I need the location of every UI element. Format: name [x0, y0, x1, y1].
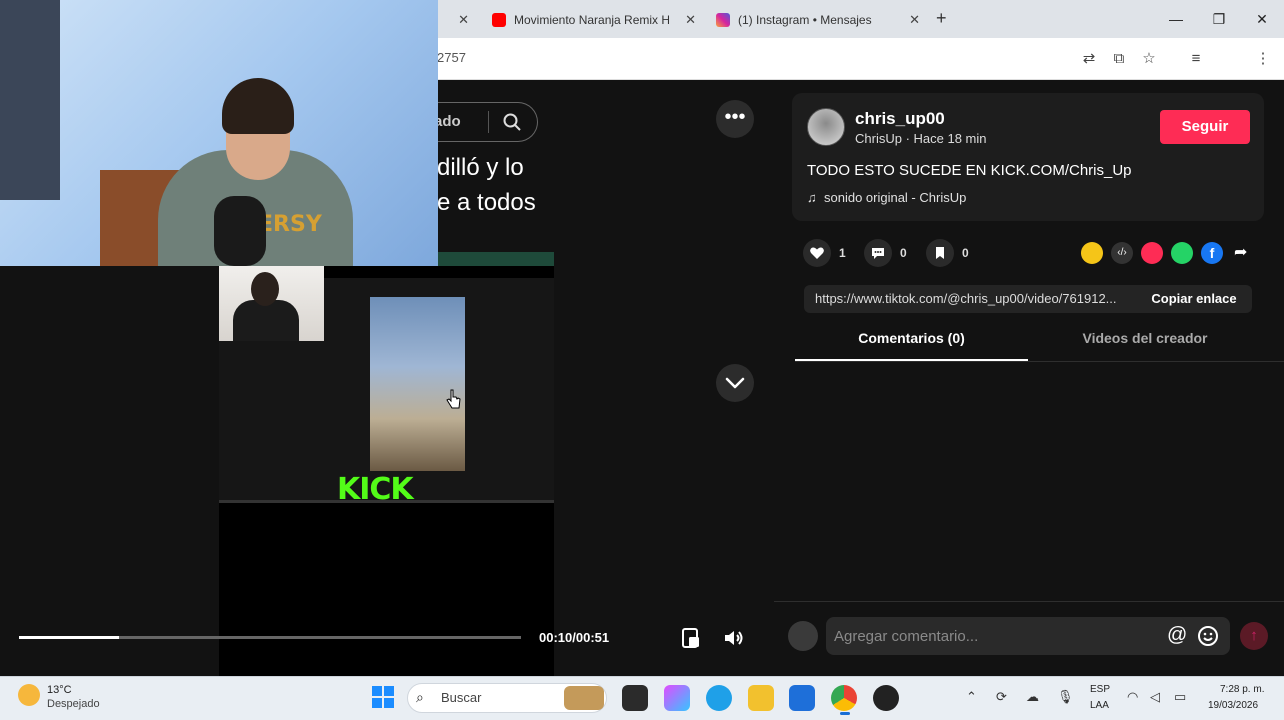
active-app-indicator: [840, 712, 850, 715]
reading-list-icon[interactable]: ≡: [1185, 48, 1207, 70]
search-icon: [503, 113, 521, 131]
overlay-strip: [438, 252, 554, 266]
browser-tab-instagram[interactable]: (1) Instagram • Mensajes ✕: [716, 6, 926, 34]
like-count: 1: [839, 246, 846, 260]
close-window-icon[interactable]: ✕: [1251, 8, 1273, 30]
chrome-icon[interactable]: [831, 685, 857, 711]
post-caption: TODO ESTO SUCEDE EN KICK.COM/Chris_Up: [807, 162, 1132, 179]
tabs-divider: [795, 361, 1284, 362]
tab-comments[interactable]: Comentarios (0): [795, 330, 1028, 360]
tab-label: Movimiento Naranja Remix HD: [514, 13, 669, 27]
video-link[interactable]: https://www.tiktok.com/@chris_up00/video…: [815, 291, 1133, 306]
search-icon: ⌕: [416, 689, 424, 705]
clock-time[interactable]: 7:28 p. m.: [1220, 684, 1264, 695]
share-coin-icon[interactable]: [1081, 242, 1103, 264]
embed-code-icon[interactable]: ‹/›: [1111, 242, 1133, 264]
comment-count: 0: [900, 246, 907, 260]
follow-button[interactable]: Seguir: [1160, 110, 1250, 144]
tab-label: (1) Instagram • Mensajes: [738, 13, 872, 27]
sound-label: sonido original - ChrisUp: [823, 190, 967, 205]
search-highlight-icon[interactable]: [564, 686, 604, 710]
browser-tab-youtube[interactable]: Movimiento Naranja Remix HD ✕: [492, 6, 702, 34]
minimize-icon[interactable]: —: [1165, 8, 1187, 30]
overlay-search-label: ado: [434, 113, 461, 130]
overlay-caption-line: e a todos: [437, 189, 536, 216]
store-icon[interactable]: [789, 685, 815, 711]
progress-fill: [19, 636, 120, 639]
moon-icon[interactable]: [18, 684, 40, 706]
weather-temp[interactable]: 13°C: [47, 684, 72, 696]
windows-start-icon[interactable]: [372, 686, 394, 708]
pip-icon[interactable]: [680, 626, 702, 650]
save-count: 0: [962, 246, 969, 260]
heart-icon[interactable]: [803, 239, 831, 267]
speaker-icon[interactable]: ◁: [1150, 689, 1160, 705]
copy-link-button[interactable]: Copiar enlace: [1136, 285, 1252, 313]
bookmark-icon[interactable]: [926, 239, 954, 267]
username[interactable]: chris_up00: [855, 109, 945, 129]
active-tab-indicator: [795, 359, 1028, 361]
youtube-icon: [492, 13, 506, 27]
task-view-icon[interactable]: [622, 685, 648, 711]
instagram-icon: [716, 13, 730, 27]
avatar: [788, 621, 818, 651]
volume-icon[interactable]: [722, 626, 746, 650]
url-text[interactable]: 2757: [437, 50, 466, 65]
install-app-icon[interactable]: ⧉: [1108, 48, 1130, 70]
overlay-caption-line: dilló y lo: [437, 154, 524, 181]
save-action[interactable]: 0: [926, 239, 969, 267]
bookmark-star-icon[interactable]: ☆: [1138, 48, 1160, 70]
close-tab-icon[interactable]: ✕: [909, 12, 920, 28]
post-comment-button[interactable]: ↑: [1240, 622, 1268, 650]
music-note-icon: ♫: [807, 190, 817, 205]
translate-icon[interactable]: ⇄: [1078, 48, 1100, 70]
mention-button[interactable]: @: [1167, 624, 1187, 647]
sound-link[interactable]: ♫ sonido original - ChrisUp: [807, 190, 966, 205]
playback-time: 00:10/00:51: [539, 630, 610, 645]
like-action[interactable]: 1: [803, 239, 846, 267]
close-tab-icon[interactable]: ✕: [458, 12, 469, 28]
wifi-icon[interactable]: ◠: [1127, 689, 1138, 705]
restore-icon[interactable]: ❐: [1208, 8, 1230, 30]
sync-icon[interactable]: ⟳: [996, 689, 1007, 705]
next-video-button[interactable]: [716, 364, 754, 402]
file-explorer-icon[interactable]: [748, 685, 774, 711]
microphone-icon[interactable]: 🎙: [1057, 689, 1074, 705]
chevron-up-icon[interactable]: ⌃: [966, 689, 977, 705]
comment-icon[interactable]: [864, 239, 892, 267]
keyboard-layout[interactable]: LAA: [1090, 700, 1109, 711]
close-tab-icon[interactable]: ✕: [685, 12, 696, 28]
browser-menu-icon[interactable]: ⋮: [1252, 48, 1274, 70]
chevron-down-icon: [725, 377, 745, 389]
clock-date[interactable]: 19/03/2026: [1208, 700, 1258, 711]
overlay-caption: dilló y lo e a todos: [437, 150, 555, 220]
comment-bar-divider: [774, 601, 1284, 602]
avatar[interactable]: [807, 108, 845, 146]
share-arrow-icon[interactable]: ➦: [1234, 242, 1247, 262]
tab-creator-videos[interactable]: Videos del creador: [1028, 330, 1262, 360]
author-subline: ChrisUp · Hace 18 min: [855, 131, 987, 146]
webcam-overlay: ERSY: [0, 0, 438, 266]
hand-cursor-icon: [446, 389, 461, 409]
copilot-icon[interactable]: [664, 685, 690, 711]
facebook-icon[interactable]: f: [1201, 242, 1223, 264]
edge-icon[interactable]: [706, 685, 732, 711]
obs-icon[interactable]: [873, 685, 899, 711]
taskbar-search-label: Buscar: [441, 690, 482, 705]
weather-desc[interactable]: Despejado: [47, 698, 100, 710]
whatsapp-icon[interactable]: [1171, 242, 1193, 264]
comment-action[interactable]: 0: [864, 239, 907, 267]
cloud-off-icon[interactable]: ☁: [1026, 689, 1039, 705]
new-tab-button[interactable]: +: [936, 8, 947, 29]
keyboard-language[interactable]: ESP: [1090, 684, 1110, 695]
more-options-button[interactable]: •••: [716, 100, 754, 138]
clip-thumbnail: [370, 297, 465, 471]
send-to-friend-icon[interactable]: [1141, 242, 1163, 264]
small-webcam: [219, 266, 324, 341]
emoji-icon[interactable]: [1196, 624, 1220, 648]
divider: [219, 500, 554, 503]
battery-icon[interactable]: ▭: [1174, 689, 1186, 705]
